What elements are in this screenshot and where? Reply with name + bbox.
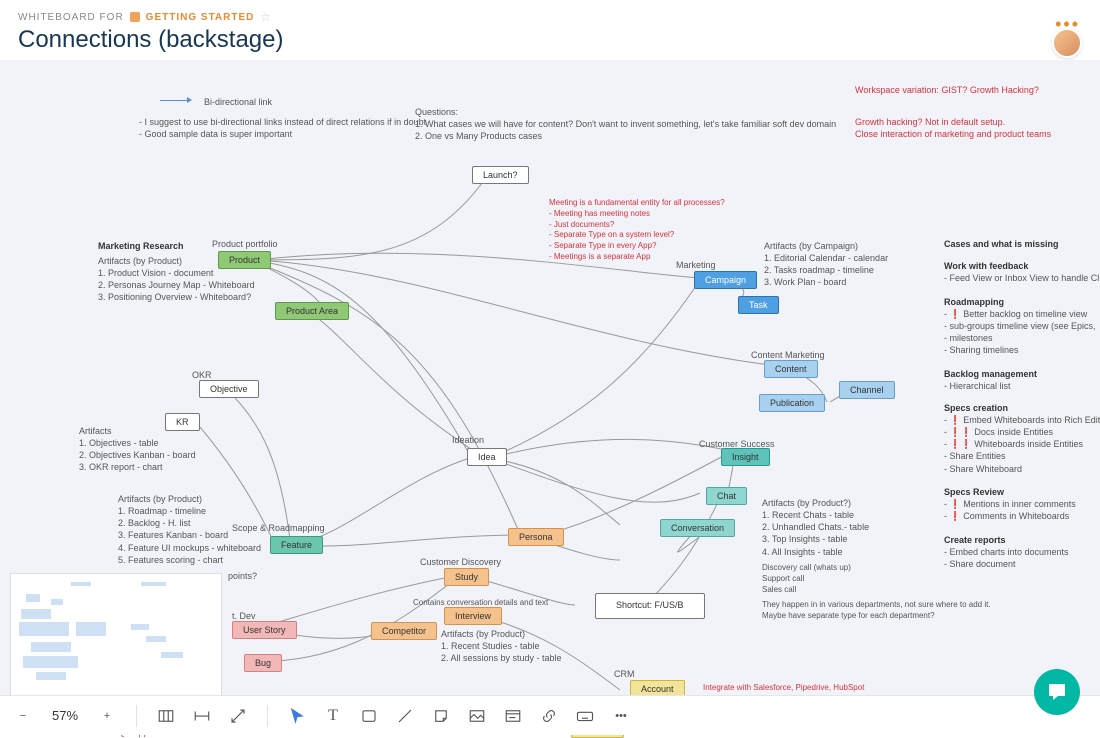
conversation-node[interactable]: Conversation (660, 519, 735, 537)
help-chat-button[interactable] (1034, 669, 1080, 715)
sticky-tool-icon[interactable] (430, 705, 452, 727)
r-bl-h: Backlog management (944, 368, 1037, 380)
r-wf-h: Work with feedback (944, 260, 1028, 272)
map-icon[interactable] (155, 705, 177, 727)
points: points? (228, 570, 257, 582)
r-cr-h: Create reports (944, 534, 1006, 546)
breadcrumb-pre: WHITEBOARD FOR (18, 12, 124, 23)
r-cases-h: Cases and what is missing (944, 238, 1059, 250)
task-node[interactable]: Task (738, 296, 779, 314)
launch-node[interactable]: Launch? (472, 166, 529, 184)
r-wf: - Feed View or Inbox View to handle Cl (944, 272, 1099, 284)
scope-label: Scope & Roadmapping (232, 522, 325, 534)
userstory-node[interactable]: User Story (232, 621, 297, 639)
breadcrumb-project[interactable]: GETTING STARTED (146, 12, 255, 23)
arrow-icon (160, 100, 190, 101)
link-tool-icon[interactable] (538, 705, 560, 727)
crm-label: CRM (614, 668, 635, 680)
keyboard-icon[interactable] (574, 705, 596, 727)
marketing-label: Marketing (676, 259, 716, 271)
pointer-tool-icon[interactable] (286, 705, 308, 727)
minimap[interactable] (10, 573, 222, 703)
camp-artifacts: Artifacts (by Campaign) 1. Editorial Cal… (764, 240, 888, 289)
line-tool-icon[interactable] (394, 705, 416, 727)
shortcut-node[interactable]: Shortcut: F/US/B (595, 593, 705, 619)
r-sc: - ❗ Embed Whiteboards into Rich Edit - ❗… (944, 414, 1100, 475)
product-node[interactable]: Product (218, 251, 271, 269)
persona-node[interactable]: Persona (508, 528, 564, 546)
content-node[interactable]: Content (764, 360, 818, 378)
more-tools-icon[interactable]: ••• (610, 705, 632, 727)
ws-var: Workspace variation: GIST? Growth Hackin… (855, 84, 1039, 96)
art-prod2: Artifacts (by Product?) 1. Recent Chats … (762, 497, 869, 558)
gh-text: Growth hacking? Not in default setup. Cl… (855, 116, 1051, 140)
zoom-level[interactable]: 57% (48, 708, 82, 723)
r-cr: - Embed charts into documents - Share do… (944, 546, 1069, 570)
r-sc-h: Specs creation (944, 402, 1008, 414)
chat-node[interactable]: Chat (706, 487, 747, 505)
custdisc-label: Customer Discovery (420, 556, 501, 568)
project-icon (130, 12, 140, 22)
happen-text: They happen in in various departments, n… (762, 600, 991, 622)
okr-artifacts: Artifacts 1. Objectives - table 2. Objec… (79, 425, 196, 474)
portfolio-label: Product portfolio (212, 238, 278, 250)
campaign-node[interactable]: Campaign (694, 271, 757, 289)
bottom-toolbar: − 57% + T ••• (0, 695, 1100, 735)
r-sr-h: Specs Review (944, 486, 1004, 498)
questions-text: Questions: 1. What cases we will have fo… (415, 106, 836, 142)
mkres-heading: Marketing Research (98, 240, 184, 252)
page-title: Connections (backstage) (18, 26, 1082, 54)
r-rm-h: Roadmapping (944, 296, 1004, 308)
zoom-in-button[interactable]: + (96, 705, 118, 727)
feature-node[interactable]: Feature (270, 536, 323, 554)
interview-node[interactable]: Interview (444, 607, 502, 625)
productarea-node[interactable]: Product Area (275, 302, 349, 320)
fullscreen-icon[interactable] (227, 705, 249, 727)
star-icon[interactable]: ☆ (260, 10, 272, 24)
objective-node[interactable]: Objective (199, 380, 259, 398)
art-studies: Artifacts (by Product) 1. Recent Studies… (441, 628, 562, 664)
text-tool-icon[interactable]: T (322, 705, 344, 727)
meeting-note: Meeting is a fundamental entity for all … (549, 198, 725, 263)
channel-node[interactable]: Channel (839, 381, 895, 399)
insight-node[interactable]: Insight (721, 448, 770, 466)
r-rm: - ❗ Better backlog on timeline view - su… (944, 308, 1096, 357)
suggest-text: - I suggest to use bi-directional links … (139, 116, 426, 140)
ideation-label: Ideation (452, 434, 484, 446)
r-sr: - ❗ Mentions in inner comments - ❗ Comme… (944, 498, 1076, 522)
card-tool-icon[interactable] (502, 705, 524, 727)
publication-node[interactable]: Publication (759, 394, 825, 412)
study-node[interactable]: Study (444, 568, 489, 586)
fit-width-icon[interactable] (191, 705, 213, 727)
disco-text: Discovery call (whats up) Support call S… (762, 563, 851, 595)
zoom-out-button[interactable]: − (12, 705, 34, 727)
bidi-label: Bi-directional link (204, 96, 272, 108)
image-tool-icon[interactable] (466, 705, 488, 727)
avatar[interactable] (1052, 28, 1082, 58)
bug-node[interactable]: Bug (244, 654, 282, 672)
competitor-node[interactable]: Competitor (371, 622, 437, 640)
idea-node[interactable]: Idea (467, 448, 507, 466)
shape-tool-icon[interactable] (358, 705, 380, 727)
r-bl: - Hierarchical list (944, 380, 1011, 392)
